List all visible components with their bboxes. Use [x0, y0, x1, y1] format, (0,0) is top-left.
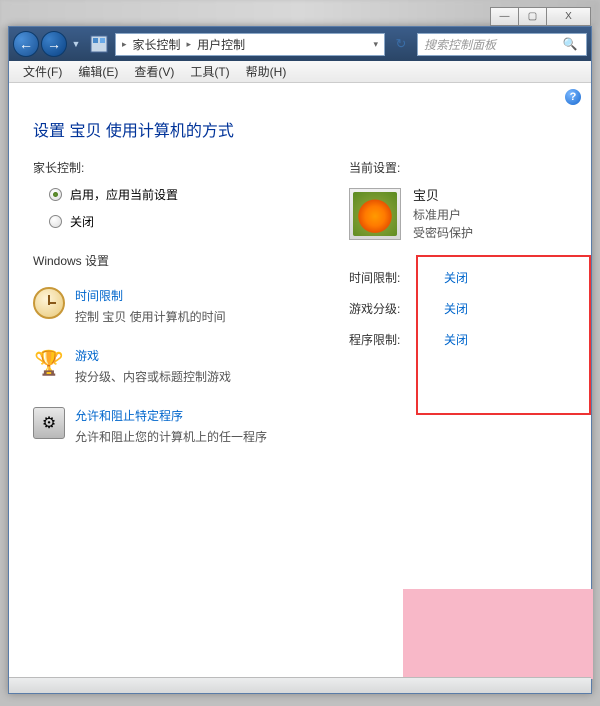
window: — ▢ X ← → ▼ ▸ 家长控制 ▸ 用户控制 ▾ ↻ 搜索控制面板 🔍 文…	[8, 26, 592, 694]
status-games: 游戏分级: 关闭	[349, 293, 567, 324]
chevron-right-icon: ▸	[185, 39, 194, 50]
windows-settings-label: Windows 设置	[33, 252, 337, 269]
user-name: 宝贝	[413, 186, 473, 206]
breadcrumb-parental[interactable]: 家长控制	[129, 36, 185, 53]
avatar-image	[353, 192, 397, 236]
user-card: 宝贝 标准用户 受密码保护	[349, 186, 567, 242]
menu-view[interactable]: 查看(V)	[126, 63, 182, 80]
left-column: 家长控制: 启用，应用当前设置 关闭 Windows 设置	[33, 159, 337, 459]
radio-enable-label: 启用，应用当前设置	[70, 186, 178, 203]
setting-time-limits: 时间限制 控制 宝贝 使用计算机的时间	[33, 279, 337, 339]
program-icon: ⚙	[33, 407, 65, 439]
settings-list: 时间限制 控制 宝贝 使用计算机的时间 🏆 游戏 按分级、内容或标题控制游戏 ⚙	[33, 279, 337, 459]
status-time-label: 时间限制:	[349, 269, 444, 286]
content-area: ? 设置 宝贝 使用计算机的方式 家长控制: 启用，应用当前设置 关闭 Wind…	[9, 83, 591, 693]
status-bar	[9, 677, 591, 693]
overlay-watermark	[403, 589, 593, 679]
search-input[interactable]: 搜索控制面板 🔍	[417, 33, 587, 56]
user-password-status: 受密码保护	[413, 224, 473, 242]
setting-programs: ⚙ 允许和阻止特定程序 允许和阻止您的计算机上的任一程序	[33, 399, 337, 459]
status-list: 时间限制: 关闭 游戏分级: 关闭 程序限制: 关闭	[349, 262, 567, 355]
menu-tools[interactable]: 工具(T)	[182, 63, 237, 80]
nav-history-dropdown[interactable]: ▼	[69, 31, 83, 57]
back-button[interactable]: ←	[13, 31, 39, 57]
minimize-button[interactable]: —	[490, 7, 519, 26]
radio-disable[interactable]: 关闭	[49, 213, 337, 230]
maximize-button[interactable]: ▢	[518, 7, 547, 26]
close-button[interactable]: X	[546, 7, 591, 26]
parental-control-label: 家长控制:	[33, 159, 337, 176]
menu-file[interactable]: 文件(F)	[15, 63, 70, 80]
current-settings-label: 当前设置:	[349, 159, 567, 176]
menu-edit[interactable]: 编辑(E)	[70, 63, 126, 80]
right-column: 当前设置: 宝贝 标准用户 受密码保护 时间限制: 关闭 游戏分级:	[337, 159, 567, 459]
radio-icon	[49, 215, 62, 228]
forward-button[interactable]: →	[41, 31, 67, 57]
titlebar-controls: — ▢ X	[491, 7, 591, 26]
menu-help[interactable]: 帮助(H)	[238, 63, 295, 80]
parental-radio-group: 启用，应用当前设置 关闭	[33, 186, 337, 230]
status-time: 时间限制: 关闭	[349, 262, 567, 293]
programs-link[interactable]: 允许和阻止特定程序	[75, 407, 267, 424]
help-icon[interactable]: ?	[565, 89, 581, 105]
status-programs: 程序限制: 关闭	[349, 324, 567, 355]
clock-icon	[33, 287, 65, 319]
time-limits-desc: 控制 宝贝 使用计算机的时间	[75, 308, 226, 325]
search-placeholder: 搜索控制面板	[424, 36, 496, 53]
breadcrumb-user-control[interactable]: 用户控制	[193, 36, 249, 53]
chevron-down-icon[interactable]: ▾	[371, 39, 380, 50]
breadcrumb[interactable]: ▸ 家长控制 ▸ 用户控制 ▾	[115, 33, 385, 56]
radio-enable[interactable]: 启用，应用当前设置	[49, 186, 337, 203]
setting-games: 🏆 游戏 按分级、内容或标题控制游戏	[33, 339, 337, 399]
status-games-label: 游戏分级:	[349, 300, 444, 317]
refresh-button[interactable]: ↻	[389, 36, 413, 52]
control-panel-icon	[89, 34, 109, 54]
games-desc: 按分级、内容或标题控制游戏	[75, 368, 231, 385]
programs-desc: 允许和阻止您的计算机上的任一程序	[75, 428, 267, 445]
search-icon[interactable]: 🔍	[560, 37, 580, 51]
radio-disable-label: 关闭	[70, 213, 94, 230]
menu-bar: 文件(F) 编辑(E) 查看(V) 工具(T) 帮助(H)	[9, 61, 591, 83]
trophy-icon: 🏆	[33, 347, 65, 379]
status-programs-label: 程序限制:	[349, 331, 444, 348]
navigation-bar: ← → ▼ ▸ 家长控制 ▸ 用户控制 ▾ ↻ 搜索控制面板 🔍	[9, 27, 591, 61]
status-games-value[interactable]: 关闭	[444, 300, 468, 317]
user-type: 标准用户	[413, 206, 473, 224]
page-title: 设置 宝贝 使用计算机的方式	[33, 117, 567, 141]
status-time-value[interactable]: 关闭	[444, 269, 468, 286]
status-programs-value[interactable]: 关闭	[444, 331, 468, 348]
radio-icon	[49, 188, 62, 201]
chevron-right-icon: ▸	[120, 39, 129, 50]
games-link[interactable]: 游戏	[75, 347, 231, 364]
time-limits-link[interactable]: 时间限制	[75, 287, 226, 304]
avatar	[349, 188, 401, 240]
